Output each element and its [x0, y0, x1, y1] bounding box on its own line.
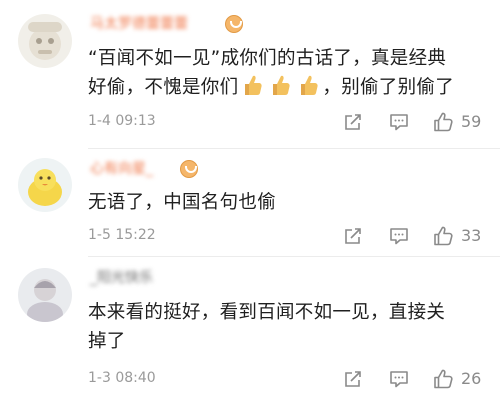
avatar[interactable]	[18, 268, 72, 322]
comment-text-line: 掉了	[88, 331, 126, 352]
comment-icon[interactable]	[388, 368, 410, 390]
thumbs-up-icon[interactable]	[432, 111, 454, 133]
like-count: 59	[461, 112, 482, 131]
like-count: 26	[461, 369, 482, 388]
divider	[88, 148, 500, 149]
timestamp: 1-3 08:40	[88, 370, 156, 386]
thumbs-up-icon[interactable]	[432, 225, 454, 247]
comment-text-line: “百闻不如一见”成你们的古话了，真是经典	[88, 48, 447, 69]
comment-meta: 1-4 09:13 59	[88, 111, 488, 135]
comment-item: 心有向星_ 无语了，中国名句也偷 1-5 15:22 33	[0, 150, 500, 258]
comment-item: 马太罗德蕾蕾蕾 “百闻不如一见”成你们的古话了，真是经典 好偷，不愧是你们 ，别偷…	[0, 0, 500, 140]
comment-meta: 1-5 15:22 33	[88, 225, 488, 249]
thumbs-up-icon[interactable]	[432, 368, 454, 390]
thumbs-up-emoji-icon	[269, 73, 291, 97]
comment-text-segment: ，别偷了别偷了	[322, 77, 455, 98]
user-badge-icon	[225, 15, 243, 33]
comment-icon[interactable]	[388, 111, 410, 133]
comment-meta: 1-3 08:40 26	[88, 368, 488, 392]
username[interactable]: _阳光快乐	[90, 268, 153, 288]
comment-text: 本来看的挺好，看到百闻不如一见，直接关 掉了	[88, 298, 488, 356]
comment-text: 无语了，中国名句也偷	[88, 188, 488, 217]
timestamp: 1-4 09:13	[88, 113, 156, 129]
timestamp: 1-5 15:22	[88, 227, 156, 243]
comment-text-line: 好偷，不愧是你们 ，别偷了别偷了	[88, 73, 488, 102]
thumbs-up-emoji-icon	[241, 73, 263, 97]
comment-item: _阳光快乐 本来看的挺好，看到百闻不如一见，直接关 掉了 1-3 08:40 2…	[0, 258, 500, 397]
thumbs-up-emoji-icon	[297, 73, 319, 97]
username[interactable]: 马太罗德蕾蕾蕾	[90, 14, 188, 34]
divider	[88, 256, 500, 257]
share-icon[interactable]	[342, 111, 364, 133]
comment-text-line: 本来看的挺好，看到百闻不如一见，直接关	[88, 302, 446, 323]
comment-icon[interactable]	[388, 225, 410, 247]
user-badge-icon	[180, 160, 198, 178]
comment-text-segment: 好偷，不愧是你们	[88, 77, 239, 98]
avatar[interactable]	[18, 158, 72, 212]
avatar[interactable]	[18, 14, 72, 68]
comment-text: “百闻不如一见”成你们的古话了，真是经典 好偷，不愧是你们 ，别偷了别偷了	[88, 44, 488, 102]
like-count: 33	[461, 226, 482, 245]
username[interactable]: 心有向星_	[90, 159, 153, 179]
share-icon[interactable]	[342, 368, 364, 390]
share-icon[interactable]	[342, 225, 364, 247]
comment-text-line: 无语了，中国名句也偷	[88, 192, 277, 213]
